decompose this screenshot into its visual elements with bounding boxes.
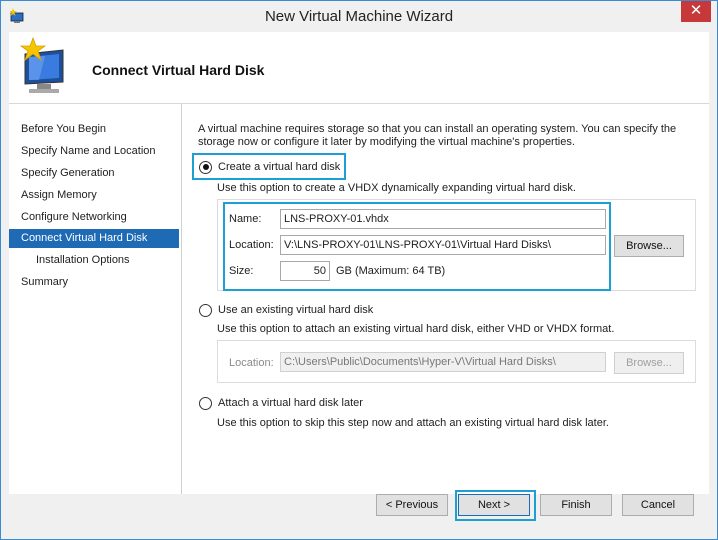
name-field[interactable]: LNS-PROXY-01.vhdx xyxy=(280,209,606,229)
wizard-steps-nav: Before You Begin Specify Name and Locati… xyxy=(9,104,181,494)
existing-vhd-label: Use an existing virtual hard disk xyxy=(218,304,374,316)
close-icon: ✕ xyxy=(689,2,703,19)
existing-location-field[interactable]: C:\Users\Public\Documents\Hyper-V\Virtua… xyxy=(280,352,606,372)
location-field[interactable]: V:\LNS-PROXY-01\LNS-PROXY-01\Virtual Har… xyxy=(280,235,606,255)
create-vhd-description: Use this option to create a VHDX dynamic… xyxy=(217,182,576,194)
create-vhd-label: Create a virtual hard disk xyxy=(218,161,341,173)
later-vhd-radio[interactable] xyxy=(199,396,212,410)
previous-button[interactable]: < Previous xyxy=(376,494,448,516)
wizard-window: New Virtual Machine Wizard ✕ Connect Vir… xyxy=(0,0,718,540)
wizard-computer-icon xyxy=(15,36,73,96)
size-label: Size: xyxy=(229,265,254,277)
browse-button[interactable]: Browse... xyxy=(614,235,684,257)
later-vhd-radio-row[interactable]: Attach a virtual hard disk later xyxy=(199,394,363,412)
nav-item-before-you-begin[interactable]: Before You Begin xyxy=(9,120,179,139)
cancel-button[interactable]: Cancel xyxy=(622,494,694,516)
nav-item-summary[interactable]: Summary xyxy=(9,273,179,292)
existing-vhd-radio[interactable] xyxy=(199,303,212,317)
size-field[interactable]: 50 xyxy=(280,261,330,281)
create-vhd-radio-row[interactable]: Create a virtual hard disk xyxy=(199,158,340,176)
existing-vhd-description: Use this option to attach an existing vi… xyxy=(217,323,615,335)
window-title: New Virtual Machine Wizard xyxy=(264,8,454,25)
finish-button[interactable]: Finish xyxy=(540,494,612,516)
name-label: Name: xyxy=(229,213,262,225)
size-unit-label: GB (Maximum: 64 TB) xyxy=(336,265,446,277)
nav-item-specify-generation[interactable]: Specify Generation xyxy=(9,164,179,183)
location-label: Location: xyxy=(229,239,274,251)
nav-item-installation-options[interactable]: Installation Options xyxy=(9,251,179,270)
later-vhd-description: Use this option to skip this step now an… xyxy=(217,417,609,429)
page-description: A virtual machine requires storage so th… xyxy=(198,123,677,148)
close-button[interactable]: ✕ xyxy=(681,1,711,22)
create-vhd-radio[interactable] xyxy=(199,160,212,174)
existing-location-label: Location: xyxy=(229,357,274,369)
existing-vhd-radio-row[interactable]: Use an existing virtual hard disk xyxy=(199,301,373,319)
existing-browse-button[interactable]: Browse... xyxy=(614,352,684,374)
nav-item-specify-name-location[interactable]: Specify Name and Location xyxy=(9,142,179,161)
nav-item-assign-memory[interactable]: Assign Memory xyxy=(9,186,179,205)
wizard-content: A virtual machine requires storage so th… xyxy=(181,104,709,494)
title-bar: New Virtual Machine Wizard ✕ xyxy=(1,1,717,32)
next-button[interactable]: Next > xyxy=(458,494,530,516)
later-vhd-label: Attach a virtual hard disk later xyxy=(218,397,363,409)
wizard-header: Connect Virtual Hard Disk xyxy=(9,32,709,104)
nav-item-configure-networking[interactable]: Configure Networking xyxy=(9,208,179,227)
page-title: Connect Virtual Hard Disk xyxy=(92,62,265,78)
nav-item-connect-virtual-hard-disk[interactable]: Connect Virtual Hard Disk xyxy=(9,229,179,248)
